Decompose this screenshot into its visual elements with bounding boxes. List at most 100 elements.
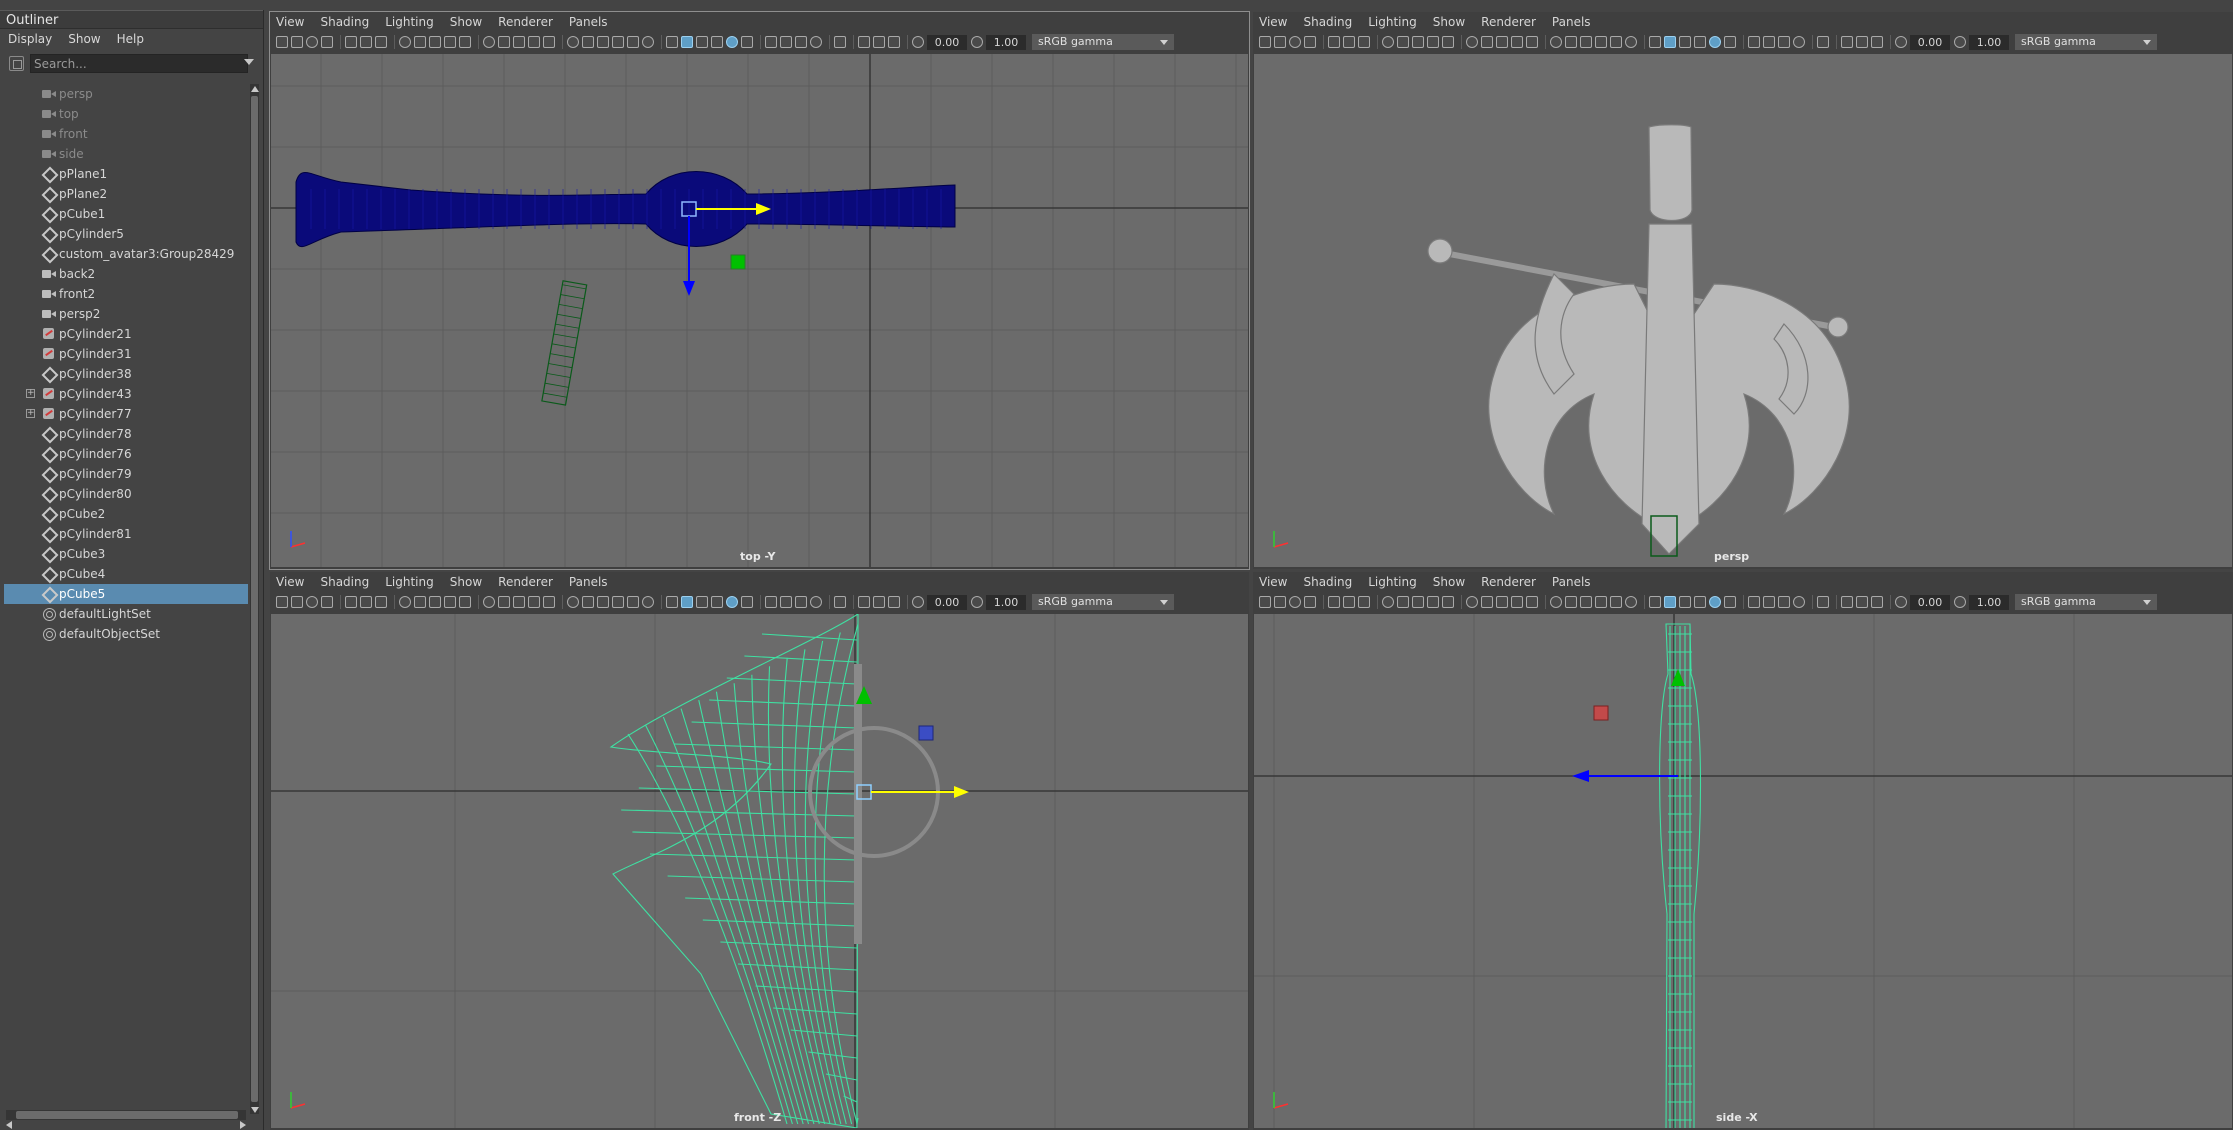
toolbar-button-icon[interactable] [1511,596,1523,608]
viewport-top[interactable]: top -Y [271,54,1248,567]
toolbar-button-icon[interactable] [1526,596,1538,608]
toolbar-button-icon[interactable] [627,36,639,48]
panel-menu-show[interactable]: Show [450,15,482,29]
toolbar-button-icon[interactable] [1481,36,1493,48]
toolbar-button-icon[interactable] [597,36,609,48]
filter-icon[interactable] [9,56,24,71]
toolbar-button-icon[interactable] [414,596,426,608]
toolbar-button-icon[interactable] [711,596,723,608]
toolbar-button-icon[interactable] [810,36,822,48]
viewport-persp[interactable]: persp [1254,54,2232,567]
toolbar-button-icon[interactable] [1841,36,1853,48]
toolbar-button-icon[interactable] [321,596,333,608]
panel-menu-panels[interactable]: Panels [1552,575,1591,589]
toolbar-button-icon[interactable] [528,596,540,608]
color-space-dropdown[interactable]: sRGB gamma [1032,594,1174,610]
toolbar-button-icon[interactable] [459,596,471,608]
outliner-item-pcylinder76[interactable]: pCylinder76 [4,444,248,464]
toolbar-button-icon[interactable] [1763,36,1775,48]
toolbar-button-icon[interactable] [1793,596,1805,608]
toolbar-button-icon[interactable] [1595,36,1607,48]
toolbar-button-icon[interactable] [1625,36,1637,48]
search-dropdown-icon[interactable] [244,59,254,65]
panel-menu-view[interactable]: View [276,575,304,589]
outliner-horizontal-scrollbar[interactable] [6,1110,246,1120]
toolbar-button-icon[interactable] [873,596,885,608]
toolbar-button-icon[interactable] [1871,596,1883,608]
outliner-item-defaultobjectset[interactable]: defaultObjectSet [4,624,248,644]
toolbar-button-icon[interactable] [765,596,777,608]
toolbar-button-icon[interactable] [612,596,624,608]
exposure-icon[interactable] [912,596,924,608]
exposure-icon[interactable] [1954,36,1966,48]
outliner-item-front2[interactable]: front2 [4,284,248,304]
toolbar-button-icon[interactable] [726,596,738,608]
outliner-vertical-scrollbar[interactable] [250,84,259,1114]
toolbar-button-icon[interactable] [726,36,738,48]
toolbar-button-icon[interactable] [513,596,525,608]
outliner-item-pcylinder81[interactable]: pCylinder81 [4,524,248,544]
toolbar-button-icon[interactable] [444,36,456,48]
panel-menu-panels[interactable]: Panels [1552,15,1591,29]
toolbar-button-icon[interactable] [627,596,639,608]
exposure-field[interactable]: 0.00 [1910,34,1950,50]
toolbar-button-icon[interactable] [873,36,885,48]
gamma-field[interactable]: 1.00 [1969,594,2009,610]
outliner-item-top[interactable]: top [4,104,248,124]
outliner-item-pcylinder5[interactable]: pCylinder5 [4,224,248,244]
toolbar-button-icon[interactable] [1481,596,1493,608]
toolbar-button-icon[interactable] [696,596,708,608]
exposure-icon[interactable] [971,596,983,608]
toolbar-button-icon[interactable] [780,36,792,48]
toolbar-button-icon[interactable] [1679,36,1691,48]
toolbar-button-icon[interactable] [1580,596,1592,608]
toolbar-button-icon[interactable] [1625,596,1637,608]
toolbar-button-icon[interactable] [399,36,411,48]
color-space-dropdown[interactable]: sRGB gamma [1032,34,1174,50]
toolbar-button-icon[interactable] [276,596,288,608]
panel-menu-lighting[interactable]: Lighting [385,15,434,29]
toolbar-button-icon[interactable] [666,36,678,48]
panel-menu-show[interactable]: Show [1433,15,1465,29]
toolbar-button-icon[interactable] [666,596,678,608]
panel-menu-shading[interactable]: Shading [320,575,369,589]
toolbar-button-icon[interactable] [834,36,846,48]
toolbar-button-icon[interactable] [1427,36,1439,48]
toolbar-button-icon[interactable] [1289,36,1301,48]
toolbar-button-icon[interactable] [1550,36,1562,48]
outliner-item-pplane2[interactable]: pPlane2 [4,184,248,204]
toolbar-button-icon[interactable] [741,36,753,48]
toolbar-button-icon[interactable] [1412,36,1424,48]
outliner-menu-display[interactable]: Display [8,32,52,46]
outliner-item-pcube2[interactable]: pCube2 [4,504,248,524]
color-space-dropdown[interactable]: sRGB gamma [2015,34,2157,50]
toolbar-button-icon[interactable] [498,36,510,48]
panel-menu-lighting[interactable]: Lighting [1368,575,1417,589]
toolbar-button-icon[interactable] [360,596,372,608]
toolbar-button-icon[interactable] [1793,36,1805,48]
exposure-icon[interactable] [1895,36,1907,48]
outliner-search-input[interactable] [30,54,248,73]
outliner-item-back2[interactable]: back2 [4,264,248,284]
toolbar-button-icon[interactable] [1724,596,1736,608]
toolbar-button-icon[interactable] [642,596,654,608]
outliner-item-pcube4[interactable]: pCube4 [4,564,248,584]
toolbar-button-icon[interactable] [1466,36,1478,48]
exposure-icon[interactable] [1895,596,1907,608]
toolbar-button-icon[interactable] [1778,596,1790,608]
toolbar-button-icon[interactable] [1748,36,1760,48]
panel-menu-show[interactable]: Show [450,575,482,589]
toolbar-button-icon[interactable] [1466,596,1478,608]
outliner-item-side[interactable]: side [4,144,248,164]
outliner-item-pcylinder31[interactable]: pCylinder31 [4,344,248,364]
outliner-item-pcube3[interactable]: pCube3 [4,544,248,564]
toolbar-button-icon[interactable] [483,596,495,608]
toolbar-button-icon[interactable] [429,36,441,48]
panel-menu-panels[interactable]: Panels [569,575,608,589]
toolbar-button-icon[interactable] [1358,596,1370,608]
toolbar-button-icon[interactable] [1382,36,1394,48]
panel-menu-panels[interactable]: Panels [569,15,608,29]
toolbar-button-icon[interactable] [1427,596,1439,608]
toolbar-button-icon[interactable] [1511,36,1523,48]
outliner-item-defaultlightset[interactable]: defaultLightSet [4,604,248,624]
